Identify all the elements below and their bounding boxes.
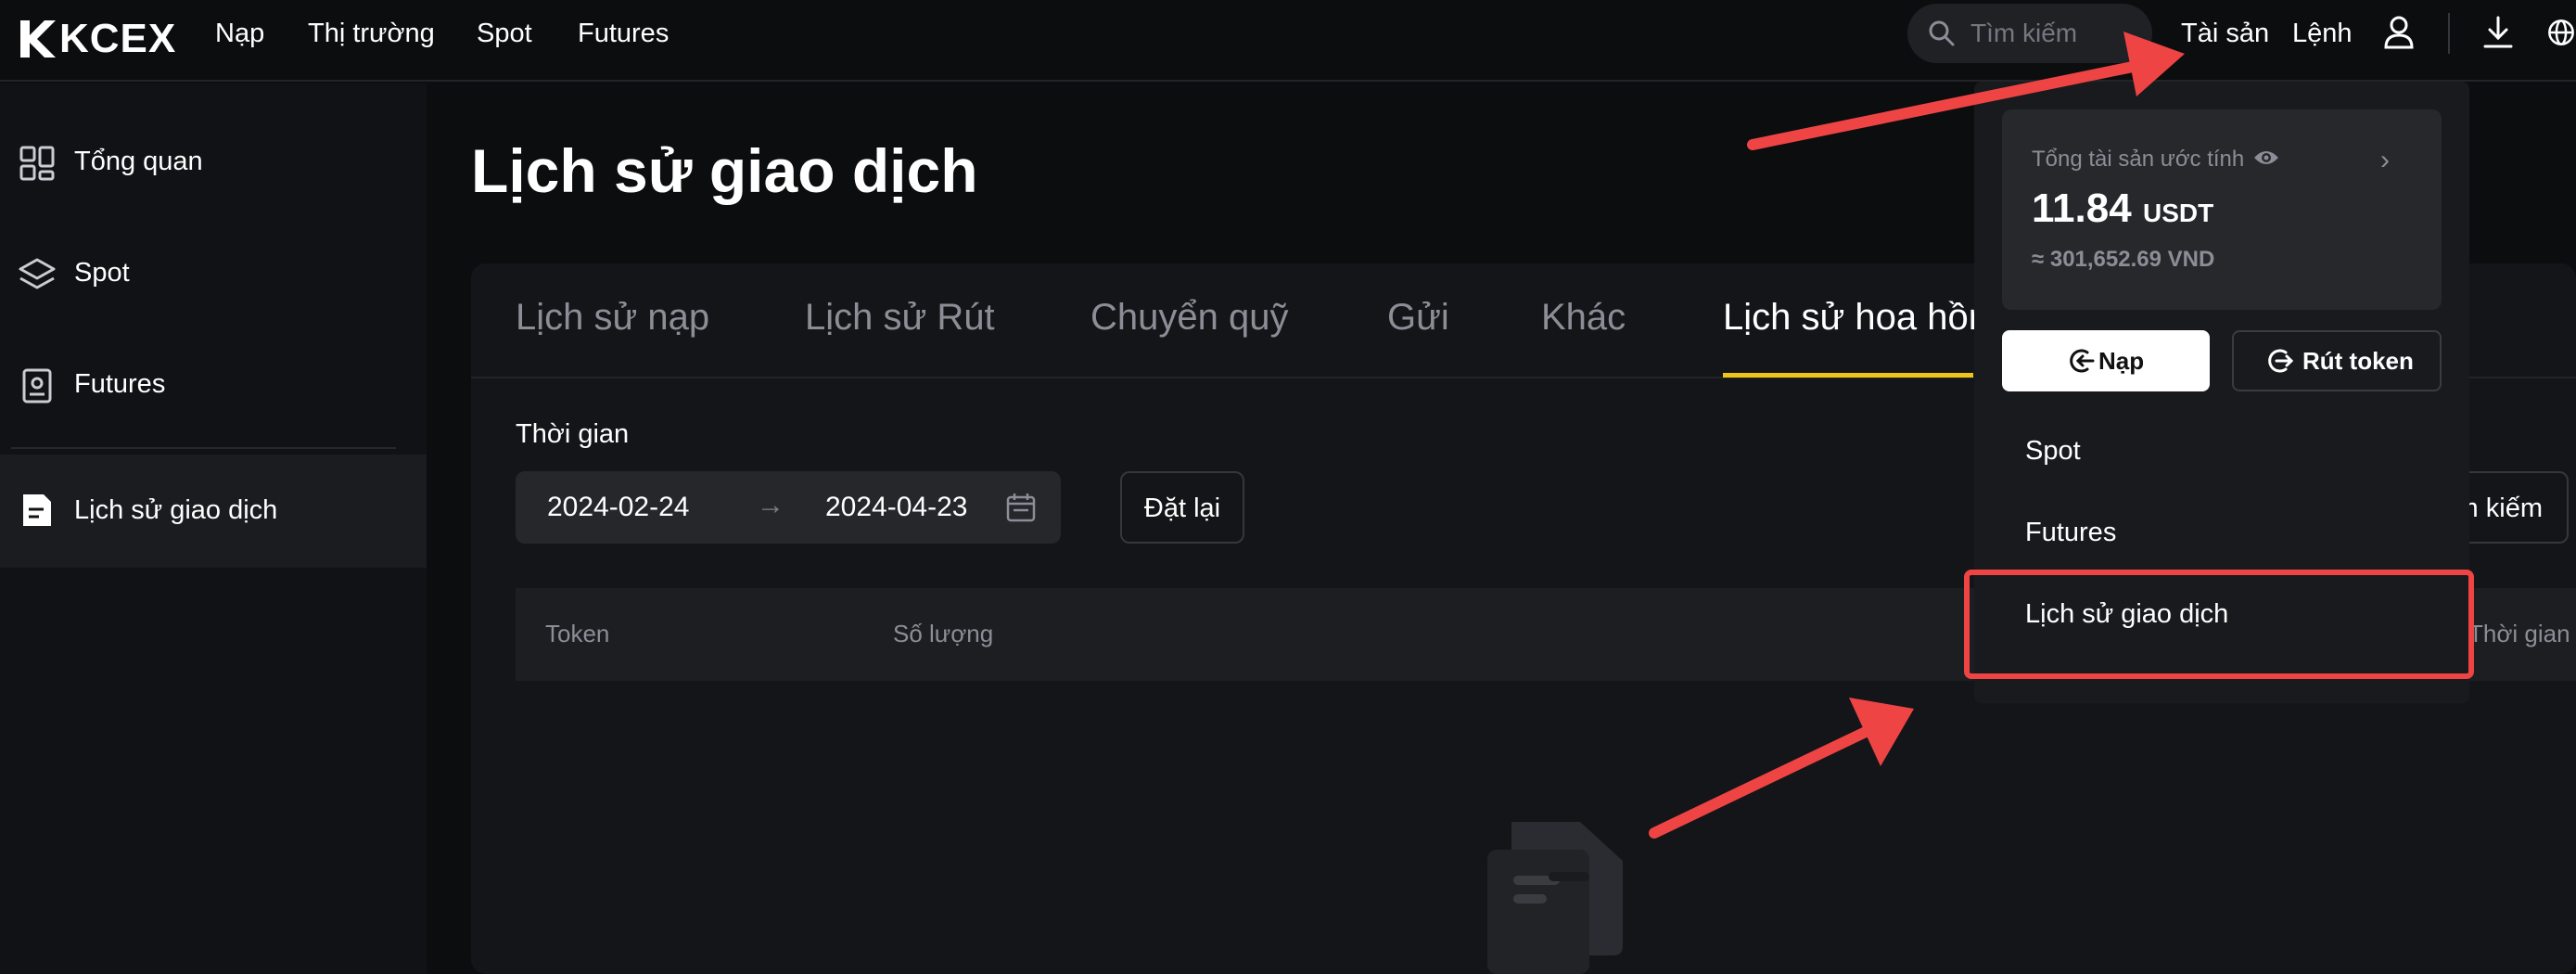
empty-state-icon — [1487, 822, 1623, 974]
total-assets-unit: USDT — [2143, 199, 2214, 227]
end-date[interactable]: 2024-04-23 — [825, 492, 967, 523]
column-header-token: Token — [545, 620, 610, 647]
layers-icon — [19, 258, 56, 289]
contract-icon — [22, 368, 52, 404]
kcex-logo-mark-icon — [20, 20, 56, 58]
date-range-picker[interactable]: 2024-02-24 → 2024-04-23 — [516, 471, 1061, 544]
nav-item-spot[interactable]: Spot — [477, 17, 532, 50]
deposit-button[interactable]: Nạp — [2002, 330, 2210, 391]
nav-item-deposit[interactable]: Nạp — [215, 17, 264, 50]
column-header-time: Thời gian — [2468, 620, 2570, 647]
sidebar-item-label: Tổng quan — [74, 147, 203, 176]
withdraw-icon — [2268, 349, 2293, 373]
page-title: Lịch sử giao dịch — [471, 136, 978, 205]
grid-icon — [19, 146, 55, 181]
withdraw-button[interactable]: Rút token — [2232, 330, 2442, 391]
search-icon — [1929, 20, 1955, 46]
total-assets-vnd: ≈ 301,652.69 VND — [2032, 247, 2215, 272]
total-assets-label: Tổng tài sản ước tính — [2032, 147, 2245, 172]
sidebar-item-spot[interactable]: Spot — [0, 226, 427, 319]
download-icon[interactable] — [2481, 15, 2515, 50]
dropdown-item-futures[interactable]: Futures — [2025, 518, 2116, 548]
nav-divider — [2448, 13, 2450, 54]
dropdown-item-spot[interactable]: Spot — [2025, 436, 2081, 467]
sidebar-item-futures[interactable]: Futures — [0, 338, 427, 430]
calendar-icon[interactable] — [1005, 492, 1037, 523]
top-navbar: KCEX Nạp Thị trường Spot Futures Tìm kiế… — [0, 0, 2576, 82]
sidebar: Tổng quan Spot Futures Lịch sử giao dịch — [0, 83, 427, 974]
tab-commission-history[interactable]: Lịch sử hoa hồng — [1723, 297, 2009, 339]
sidebar-item-label: Lịch sử giao dịch — [74, 495, 278, 525]
withdraw-button-label: Rút token — [2302, 347, 2414, 375]
reset-button-label: Đặt lại — [1143, 493, 1221, 523]
nav-orders[interactable]: Lệnh — [2292, 17, 2353, 50]
chevron-right-icon[interactable]: › — [2380, 145, 2390, 176]
sidebar-item-transaction-history[interactable]: Lịch sử giao dịch — [0, 455, 427, 568]
search-placeholder: Tìm kiếm — [1970, 19, 2078, 47]
active-tab-indicator — [1723, 373, 1973, 378]
tab-withdraw-history[interactable]: Lịch sử Rút — [805, 297, 995, 339]
sidebar-divider — [11, 447, 396, 449]
tab-other[interactable]: Khác — [1541, 297, 1626, 339]
nav-item-futures[interactable]: Futures — [578, 17, 669, 50]
total-assets-card[interactable]: Tổng tài sản ước tính › 11.84 USDT ≈ 301… — [2002, 109, 2442, 310]
deposit-icon — [2070, 349, 2095, 373]
tab-transfer[interactable]: Chuyển quỹ — [1090, 297, 1288, 339]
start-date[interactable]: 2024-02-24 — [547, 492, 689, 523]
reset-button[interactable]: Đặt lại — [1120, 471, 1244, 544]
kcex-logo[interactable]: KCEX — [19, 11, 176, 67]
sidebar-item-label: Spot — [74, 258, 130, 288]
tab-deposit-history[interactable]: Lịch sử nạp — [516, 297, 709, 339]
nav-item-markets[interactable]: Thị trường — [308, 17, 435, 50]
deposit-button-label: Nạp — [2098, 347, 2145, 375]
nav-assets[interactable]: Tài sản — [2181, 17, 2269, 50]
time-filter-label: Thời gian — [516, 419, 630, 449]
sidebar-item-label: Futures — [74, 369, 166, 399]
document-icon — [23, 494, 51, 526]
total-assets-amount: 11.84 — [2032, 186, 2132, 231]
sidebar-item-overview[interactable]: Tổng quan — [0, 115, 427, 208]
brand-name: KCEX — [59, 16, 177, 61]
eye-icon[interactable] — [2252, 147, 2280, 169]
column-header-amount: Số lượng — [893, 620, 994, 647]
tab-send[interactable]: Gửi — [1387, 297, 1449, 339]
arrow-right-icon: → — [757, 490, 784, 520]
search-input[interactable]: Tìm kiếm — [1907, 4, 2152, 63]
globe-icon[interactable] — [2546, 15, 2576, 50]
user-icon[interactable] — [2383, 15, 2415, 50]
highlight-box — [1964, 570, 2474, 679]
